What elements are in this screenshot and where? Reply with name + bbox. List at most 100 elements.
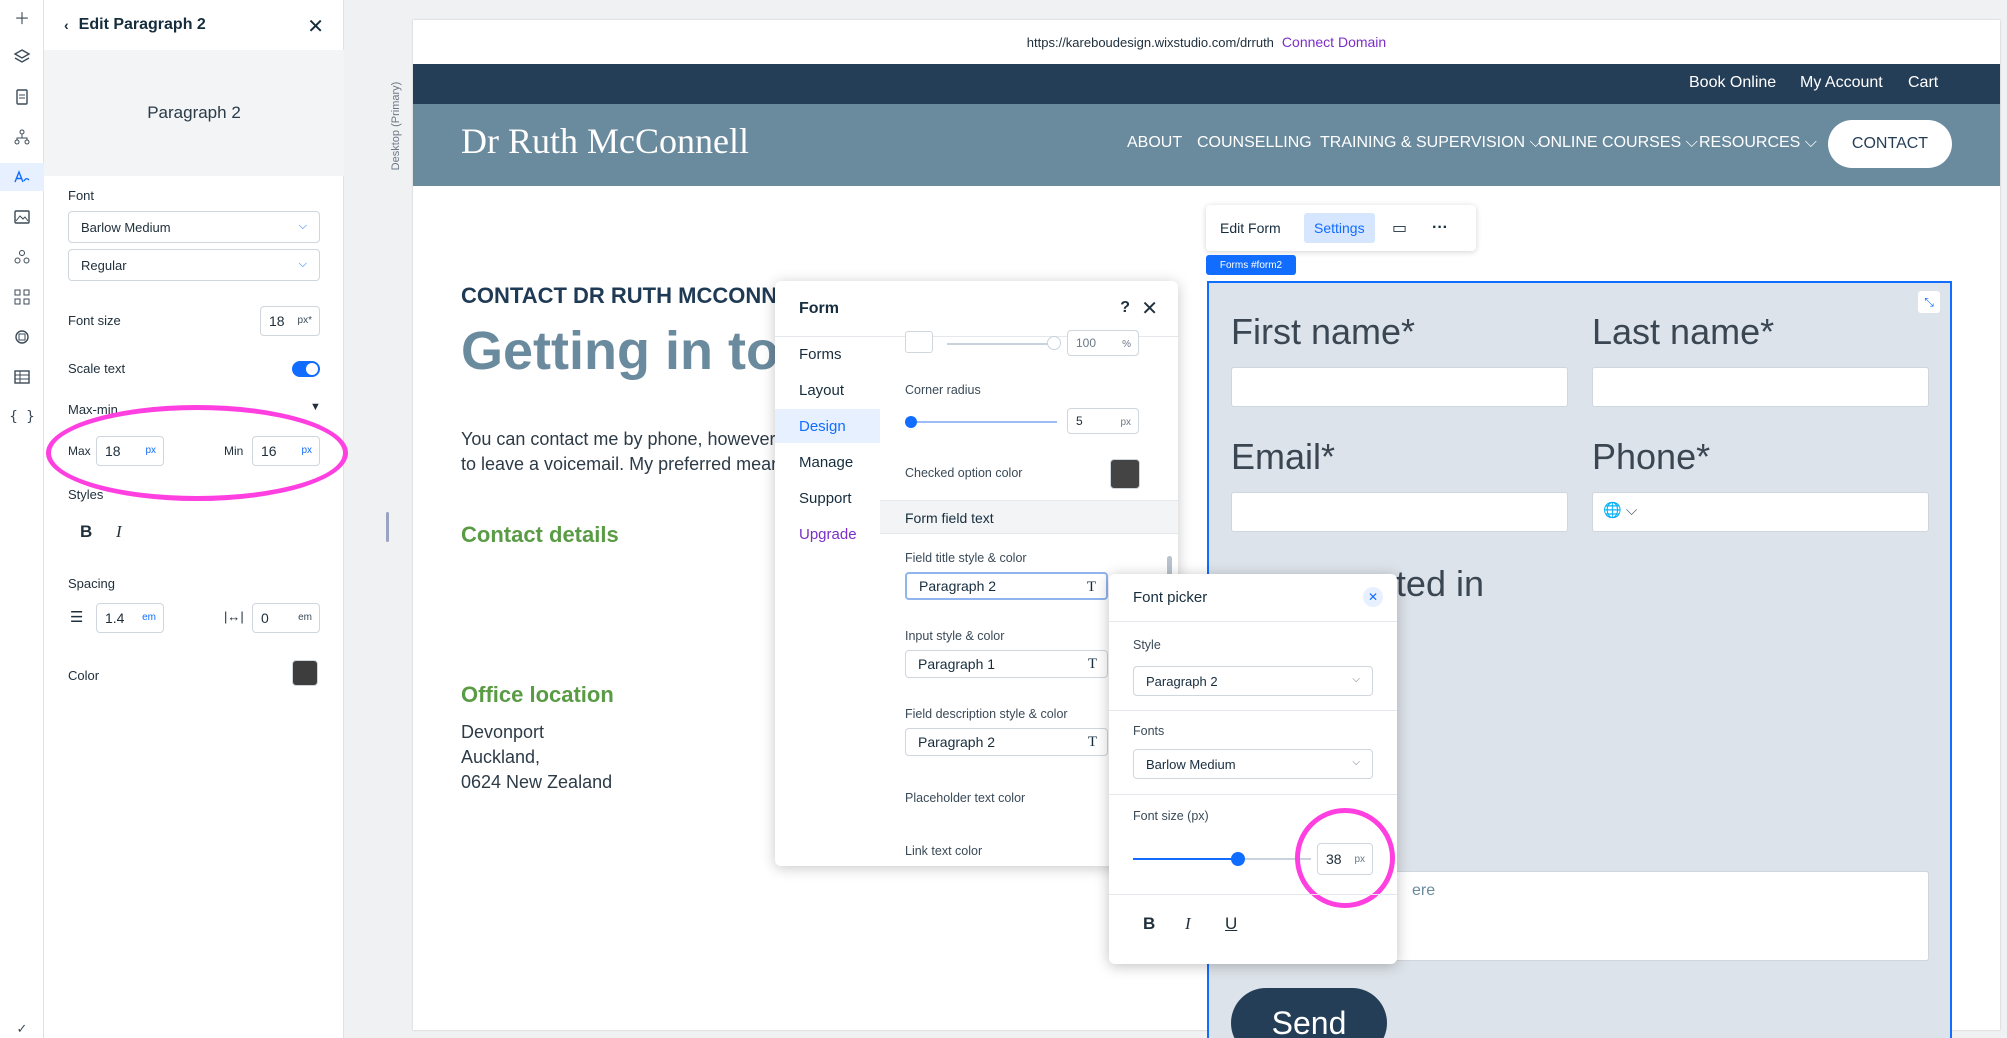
viewport-label[interactable]: Desktop (Primary) — [386, 60, 406, 190]
collapse-icon[interactable]: ⤡ — [1918, 291, 1940, 313]
opacity-slider[interactable] — [947, 343, 1057, 345]
bold-button[interactable]: B — [80, 522, 92, 542]
apps-market-icon[interactable] — [9, 244, 35, 270]
field-title-style-picker[interactable]: Paragraph 2 T — [905, 572, 1108, 600]
code-braces-icon[interactable]: { } — [9, 404, 35, 430]
scale-text-toggle[interactable] — [292, 361, 320, 377]
min-size-input[interactable]: 16 px — [252, 436, 320, 466]
spacing-label: Spacing — [68, 576, 115, 591]
tab-design[interactable]: Design — [775, 409, 880, 443]
email-label: Email* — [1231, 436, 1335, 478]
input-style-label: Input style & color — [905, 629, 1005, 643]
send-button[interactable]: Send — [1231, 988, 1387, 1038]
chevron-down-icon: ⌵ — [1352, 674, 1360, 685]
media-icon[interactable] — [9, 204, 35, 230]
style-value: Paragraph 2 — [1146, 673, 1218, 689]
tab-upgrade[interactable]: Upgrade — [775, 517, 880, 551]
text-theme-icon[interactable] — [0, 163, 44, 191]
nav-online-courses[interactable]: ONLINE COURSES ⌵ — [1538, 134, 1698, 152]
last-name-label: Last name* — [1592, 311, 1774, 353]
office-location-heading: Office location — [461, 682, 614, 707]
tab-forms[interactable]: Forms — [775, 337, 880, 371]
nav-resources[interactable]: RESOURCES ⌵ — [1699, 134, 1817, 152]
checked-color-swatch[interactable] — [1110, 459, 1140, 489]
italic-button[interactable]: I — [116, 522, 122, 542]
font-label: Font — [68, 188, 95, 203]
tab-layout[interactable]: Layout — [775, 373, 880, 407]
underline-button[interactable]: U — [1225, 914, 1237, 934]
phone-input[interactable]: 🌐 ⌵ — [1592, 492, 1929, 532]
font-size-slider-rest[interactable] — [1241, 858, 1311, 860]
first-name-input[interactable] — [1231, 367, 1568, 407]
settings-button[interactable]: Settings — [1304, 213, 1375, 243]
triangle-down-icon[interactable]: ▼ — [310, 401, 321, 413]
cart-link[interactable]: Cart — [1908, 74, 1938, 92]
letter-spacing-unit: em — [298, 612, 312, 623]
close-icon[interactable]: ✕ — [307, 14, 324, 39]
nav-about[interactable]: ABOUT — [1127, 134, 1182, 152]
line-spacing-unit: em — [142, 612, 156, 623]
font-size-input[interactable]: 18 px* — [260, 306, 320, 336]
tab-manage[interactable]: Manage — [775, 445, 880, 479]
last-name-input[interactable] — [1592, 367, 1929, 407]
font-weight-dropdown[interactable]: Regular ⌵ — [68, 249, 320, 281]
connect-domain-link[interactable]: Connect Domain — [1282, 34, 1386, 50]
opacity-slider-knob[interactable] — [1047, 336, 1061, 350]
tab-support[interactable]: Support — [775, 481, 880, 515]
corner-radius-slider[interactable] — [917, 421, 1057, 423]
border-color-swatch[interactable] — [905, 331, 933, 353]
line-spacing-input[interactable]: 1.4 em — [96, 603, 164, 633]
more-options-icon[interactable]: ··· — [1422, 213, 1458, 243]
max-size-input[interactable]: 18 px — [96, 436, 164, 466]
font-size-slider-knob[interactable] — [1231, 852, 1245, 866]
close-icon[interactable]: ✕ — [1141, 296, 1158, 321]
site-title[interactable]: Dr Ruth McConnell — [461, 120, 749, 162]
add-icon[interactable]: ＋ — [9, 4, 35, 30]
font-picker-panel: Font picker ✕ Style Paragraph 2 ⌵ Fonts … — [1109, 574, 1397, 964]
book-online-link[interactable]: Book Online — [1689, 74, 1776, 92]
scale-text-label: Scale text — [68, 361, 126, 376]
contact-button[interactable]: CONTACT — [1828, 120, 1952, 168]
color-label: Color — [68, 668, 100, 683]
input-style-picker[interactable]: Paragraph 1 T — [905, 650, 1108, 678]
checklist-icon[interactable]: ✓ — [9, 1020, 35, 1038]
text-color-swatch[interactable] — [292, 660, 318, 686]
nav-training[interactable]: TRAINING & SUPERVISION ⌵ — [1320, 134, 1542, 152]
style-dropdown[interactable]: Paragraph 2 ⌵ — [1133, 666, 1373, 696]
close-icon[interactable]: ✕ — [1363, 587, 1383, 607]
email-input[interactable] — [1231, 492, 1568, 532]
opacity-unit: % — [1122, 339, 1131, 350]
canvas-drag-handle[interactable] — [386, 512, 389, 542]
font-size-input[interactable]: 38 px — [1317, 843, 1373, 875]
corner-radius-input[interactable]: 5 px — [1067, 408, 1139, 434]
apps-grid-icon[interactable] — [9, 284, 35, 310]
help-icon[interactable]: ? — [1120, 299, 1130, 317]
nav-counselling[interactable]: COUNSELLING — [1197, 134, 1312, 152]
pages-icon[interactable] — [9, 84, 35, 110]
panel-scrollbar[interactable] — [1167, 556, 1172, 576]
business-apps-icon[interactable] — [9, 324, 35, 350]
preview-text: Paragraph 2 — [147, 103, 241, 122]
chevron-down-icon: ⌵ — [298, 220, 307, 232]
my-account-link[interactable]: My Account — [1800, 74, 1883, 92]
letter-spacing-input[interactable]: 0 em — [252, 603, 320, 633]
corner-radius-slider-knob[interactable] — [905, 416, 917, 428]
comment-icon[interactable]: ▭ — [1382, 213, 1417, 243]
site-url: https://kareboudesign.wixstudio.com/drru… — [1026, 34, 1274, 50]
font-dropdown[interactable]: Barlow Medium ⌵ — [1133, 749, 1373, 779]
edit-form-button[interactable]: Edit Form — [1210, 213, 1291, 243]
layers-icon[interactable] — [9, 44, 35, 70]
italic-button[interactable]: I — [1185, 914, 1191, 934]
field-desc-style-picker[interactable]: Paragraph 2 T — [905, 728, 1108, 756]
cms-table-icon[interactable] — [9, 364, 35, 390]
corner-radius-label: Corner radius — [905, 383, 981, 397]
back-chevron-icon[interactable]: ‹ — [64, 17, 69, 33]
site-structure-icon[interactable] — [9, 124, 35, 150]
opacity-input[interactable]: 100 % — [1067, 330, 1139, 356]
font-size-slider-fill[interactable] — [1133, 858, 1241, 860]
maxmin-label: Max-min — [68, 402, 118, 417]
globe-icon[interactable]: 🌐 ⌵ — [1603, 502, 1637, 519]
bold-button[interactable]: B — [1143, 914, 1155, 934]
font-family-dropdown[interactable]: Barlow Medium ⌵ — [68, 211, 320, 243]
font-size-unit: px — [1354, 854, 1365, 865]
